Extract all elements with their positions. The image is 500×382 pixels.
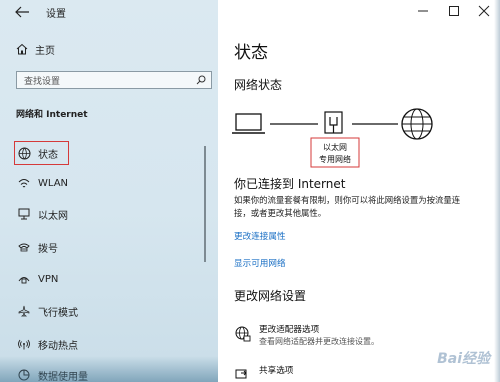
main-content: 状态 网络状态 以太网 专用网络 你已连接到 Internet 如果你的流量套餐…	[218, 0, 500, 382]
window-title: 设置	[46, 9, 66, 20]
option-description: 查看网络适配器并更改连接设置。	[259, 337, 379, 346]
watermark: Bai经验	[437, 351, 490, 367]
home-icon	[16, 43, 28, 55]
option-title: 共享选项	[259, 366, 294, 376]
diagram-label-type: 以太网	[323, 142, 347, 152]
sidebar-item-data-usage[interactable]: 数据使用量	[16, 364, 206, 382]
airplane-icon	[16, 303, 32, 319]
data-usage-icon	[16, 367, 32, 382]
ethernet-port-icon	[324, 111, 343, 134]
sidebar-section-title: 网络和 Internet	[16, 110, 88, 120]
diagram-label-network: 专用网络	[319, 154, 351, 164]
hotspot-icon	[16, 336, 32, 352]
home-nav-item[interactable]: 主页	[16, 40, 55, 58]
page-title: 状态	[234, 43, 268, 63]
sidebar-item-status[interactable]: 状态	[14, 141, 206, 165]
sidebar-item-vpn[interactable]: VPN	[16, 268, 206, 290]
sidebar-item-label: WLAN	[38, 177, 69, 189]
show-available-networks-link[interactable]: 显示可用网络	[234, 257, 286, 269]
sidebar-item-dialup[interactable]: 拨号	[16, 236, 206, 258]
connected-title: 你已连接到 Internet	[234, 177, 346, 191]
sidebar-item-label: 飞行模式	[38, 307, 78, 319]
sidebar-item-label: VPN	[38, 273, 59, 285]
sidebar-item-label: 拨号	[38, 243, 58, 255]
network-status-title: 网络状态	[234, 78, 283, 92]
sidebar: 设置 主页 查找设置 网络和 Internet 状态 WLAN 以太网 拨号 V…	[0, 0, 218, 382]
connected-description: 如果你的流量套餐有限制，则你可以将此网络设置为按流量连接，或者更改其他属性。	[234, 195, 461, 218]
adapter-globe-icon	[235, 326, 251, 342]
sidebar-item-label: 数据使用量	[38, 371, 88, 382]
sidebar-item-wlan[interactable]: WLAN	[16, 172, 206, 194]
dialup-icon	[16, 239, 32, 255]
vpn-icon	[16, 271, 32, 287]
sharing-icon	[235, 369, 247, 379]
sidebar-scrollbar[interactable]	[204, 146, 206, 262]
wifi-icon	[16, 175, 32, 191]
laptop-icon	[232, 113, 265, 134]
minimize-icon[interactable]	[414, 3, 432, 19]
maximize-icon[interactable]	[445, 3, 463, 19]
settings-window: 设置 主页 查找设置 网络和 Internet 状态 WLAN 以太网 拨号 V…	[0, 0, 500, 382]
close-icon[interactable]	[475, 3, 493, 19]
search-placeholder: 查找设置	[24, 76, 61, 87]
sidebar-item-label: 以太网	[38, 210, 68, 222]
highlight-box	[14, 141, 69, 165]
home-label: 主页	[35, 45, 55, 57]
ethernet-icon	[16, 206, 32, 222]
search-icon[interactable]	[196, 75, 206, 85]
change-connection-properties-link[interactable]: 更改连接属性	[234, 230, 286, 242]
internet-globe-icon	[401, 108, 433, 140]
change-adapter-options[interactable]: 更改适配器选项 查看网络适配器并更改连接设置。	[234, 323, 474, 349]
sidebar-item-airplane[interactable]: 飞行模式	[16, 300, 206, 322]
change-network-settings-title: 更改网络设置	[234, 289, 307, 303]
sidebar-item-ethernet[interactable]: 以太网	[16, 203, 206, 225]
network-status-diagram: 以太网 专用网络	[232, 108, 433, 168]
sidebar-item-label: 移动热点	[38, 340, 78, 352]
search-input[interactable]: 查找设置	[16, 71, 212, 89]
option-title: 更改适配器选项	[259, 325, 320, 335]
sidebar-item-hotspot[interactable]: 移动热点	[16, 333, 206, 355]
back-arrow-icon[interactable]	[12, 4, 32, 20]
